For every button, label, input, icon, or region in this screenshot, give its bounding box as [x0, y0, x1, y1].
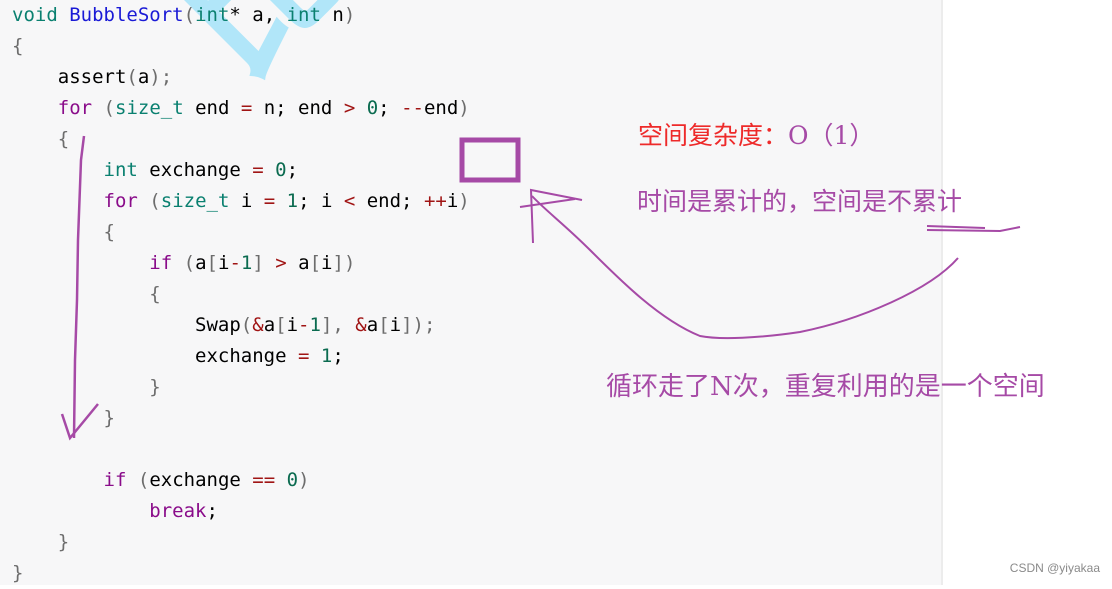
space-complexity-note: 空间复杂度：O（1） [638, 116, 874, 152]
loop-reuse-note: 循环走了N次，重复利用的是一个空间 [606, 372, 1045, 402]
curved-arrowhead [519, 188, 583, 244]
credit-watermark: CSDN @yiyakaa [1009, 561, 1100, 575]
loop-down-arrow [72, 135, 86, 439]
time-vs-space-note: 时间是累计的，空间是不累计 [637, 187, 963, 216]
loop-down-arrowhead [60, 403, 99, 441]
space-complexity-label: 空间复杂度： [638, 121, 789, 150]
underline [926, 225, 1021, 233]
space-complexity-value: O（1） [788, 121, 875, 150]
handwritten-annotations [60, 135, 1021, 441]
memory-box [459, 137, 521, 183]
